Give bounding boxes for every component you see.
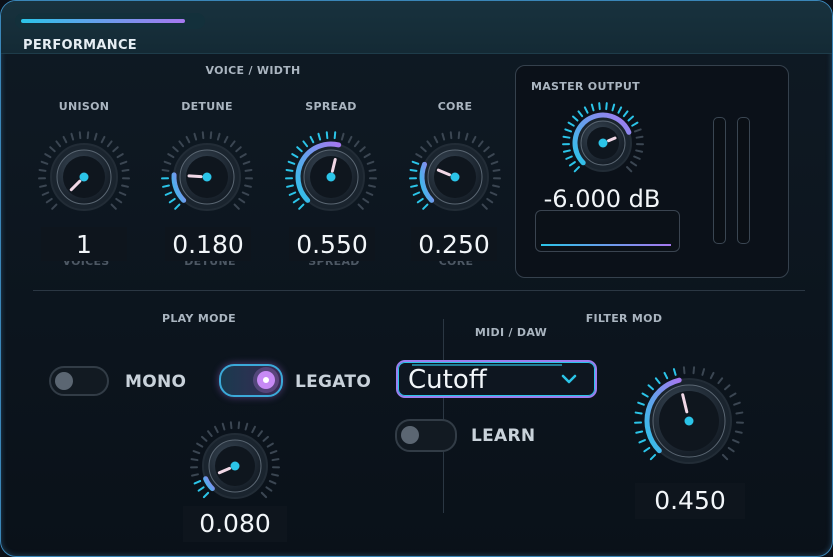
learn-label: LEARN: [471, 426, 536, 446]
meter-right: [737, 117, 750, 244]
meter-left: [713, 117, 726, 244]
midi-target-value: Cutoff: [408, 365, 487, 395]
chevron-down-icon: [561, 374, 577, 384]
core-value[interactable]: 0.250: [411, 227, 497, 261]
legato-toggle-knob: [257, 371, 275, 389]
section-divider: [33, 290, 805, 291]
core-knob[interactable]: [405, 127, 505, 227]
unison-value[interactable]: 1: [41, 227, 127, 261]
spread-value[interactable]: 0.550: [289, 227, 375, 261]
glide-value[interactable]: 0.080: [183, 506, 287, 542]
legato-label: LEGATO: [295, 372, 372, 392]
filter-mod-value[interactable]: 0.450: [635, 483, 745, 519]
play-mode-title: PLAY MODE: [162, 312, 236, 325]
learn-toggle[interactable]: [395, 419, 457, 452]
master-level-line: [541, 244, 671, 246]
filter-mod-knob[interactable]: [631, 363, 747, 479]
detune-value[interactable]: 0.180: [165, 227, 251, 261]
unison-knob[interactable]: [34, 127, 134, 227]
core-label: CORE: [437, 100, 473, 113]
legato-toggle[interactable]: [219, 364, 283, 397]
glide-knob[interactable]: [186, 417, 284, 515]
header-progress-bar: [15, 13, 205, 29]
section-vertical-divider: [443, 319, 444, 513]
master-output-title: MASTER OUTPUT: [531, 80, 640, 93]
midi-daw-title: MIDI / DAW: [474, 326, 548, 339]
spread-knob[interactable]: [281, 127, 381, 227]
master-output-value: -6.000 dB: [543, 185, 661, 213]
mono-toggle-knob: [55, 372, 73, 390]
detune-label: DETUNE: [181, 100, 233, 113]
learn-toggle-knob: [401, 426, 419, 444]
midi-target-dropdown[interactable]: Cutoff: [396, 360, 597, 398]
detune-knob[interactable]: [157, 127, 257, 227]
mono-toggle[interactable]: [49, 366, 109, 396]
performance-panel: PERFORMANCE VOICE / WIDTH UNISON DETUNE …: [0, 0, 833, 557]
filter-mod-title: FILTER MOD: [585, 312, 663, 325]
panel-title: PERFORMANCE: [23, 38, 137, 53]
panel-header: PERFORMANCE: [1, 1, 832, 54]
unison-label: UNISON: [58, 100, 110, 113]
voice-width-title: VOICE / WIDTH: [205, 64, 301, 77]
master-output-knob[interactable]: [558, 98, 648, 188]
mono-label: MONO: [125, 372, 187, 392]
header-progress-fill: [21, 19, 185, 23]
spread-label: SPREAD: [305, 100, 357, 113]
